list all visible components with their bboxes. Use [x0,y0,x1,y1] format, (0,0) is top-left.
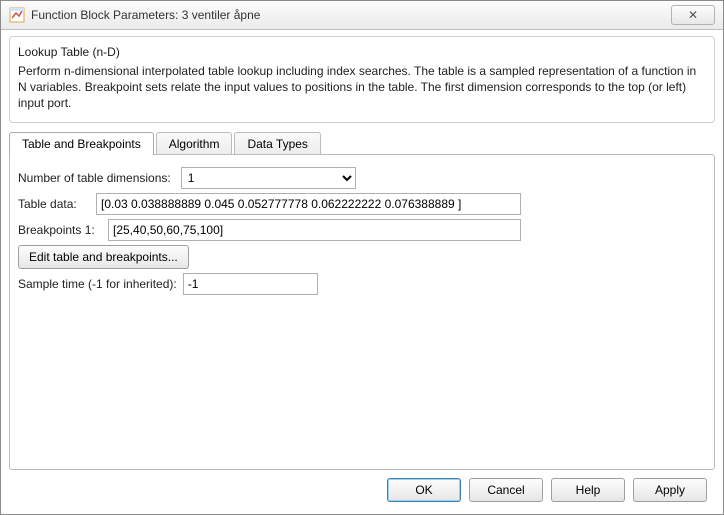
row-edit-button: Edit table and breakpoints... [18,245,706,269]
tab-strip: Table and Breakpoints Algorithm Data Typ… [9,131,715,154]
table-data-input[interactable] [96,193,521,215]
tab-label: Data Types [247,137,307,151]
tab-algorithm[interactable]: Algorithm [156,132,233,155]
num-dims-select[interactable]: 1 [181,167,356,189]
row-breakpoints1: Breakpoints 1: [18,219,706,241]
table-data-label: Table data: [18,197,90,211]
dialog-button-bar: OK Cancel Help Apply [9,470,715,510]
button-label: Apply [655,483,685,497]
title-bar: Function Block Parameters: 3 ventiler åp… [1,1,723,30]
group-description: Perform n-dimensional interpolated table… [18,63,706,112]
group-title: Lookup Table (n-D) [18,45,706,59]
row-num-dims: Number of table dimensions: 1 [18,167,706,189]
help-button[interactable]: Help [551,478,625,502]
button-label: Edit table and breakpoints... [29,250,178,264]
close-button[interactable]: ✕ [671,5,715,25]
cancel-button[interactable]: Cancel [469,478,543,502]
edit-table-breakpoints-button[interactable]: Edit table and breakpoints... [18,245,189,269]
sample-time-label: Sample time (-1 for inherited): [18,277,177,291]
tab-label: Algorithm [169,137,220,151]
num-dims-label: Number of table dimensions: [18,171,171,185]
content-area: Lookup Table (n-D) Perform n-dimensional… [1,30,723,514]
row-sample-time: Sample time (-1 for inherited): [18,273,706,295]
tab-panel: Number of table dimensions: 1 Table data… [9,154,715,470]
breakpoints1-input[interactable] [108,219,521,241]
button-label: Cancel [487,483,524,497]
window-title: Function Block Parameters: 3 ventiler åp… [31,8,665,22]
tab-label: Table and Breakpoints [22,137,141,151]
app-icon [9,7,25,23]
tab-data-types[interactable]: Data Types [234,132,320,155]
tab-table-and-breakpoints[interactable]: Table and Breakpoints [9,132,154,155]
button-label: Help [576,483,601,497]
description-group: Lookup Table (n-D) Perform n-dimensional… [9,36,715,123]
dialog-window: Function Block Parameters: 3 ventiler åp… [0,0,724,515]
sample-time-input[interactable] [183,273,318,295]
row-table-data: Table data: [18,193,706,215]
button-label: OK [415,483,432,497]
close-icon: ✕ [688,8,698,22]
breakpoints1-label: Breakpoints 1: [18,223,102,237]
ok-button[interactable]: OK [387,478,461,502]
apply-button[interactable]: Apply [633,478,707,502]
